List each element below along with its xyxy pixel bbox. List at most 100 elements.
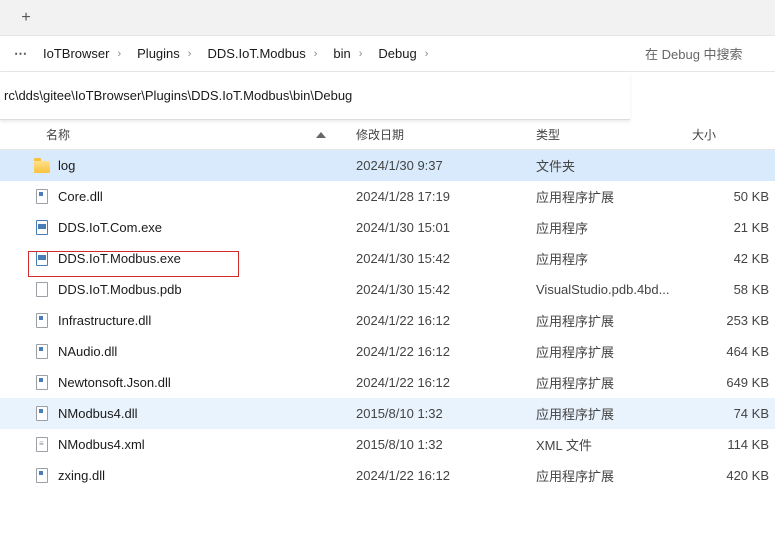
- file-name-cell: DDS.IoT.Modbus.pdb: [0, 282, 356, 298]
- file-list: log2024/1/30 9:37文件夹 Core.dll 2024/1/28 17…: [0, 150, 775, 491]
- breadcrumb-row: ⋯ IoTBrowser › Plugins › DDS.IoT.Modbus › b…: [0, 36, 775, 72]
- file-name: DDS.IoT.Modbus.exe: [58, 251, 181, 266]
- breadcrumb-item[interactable]: IoTBrowser ›: [37, 42, 127, 65]
- file-type: 应用程序扩展: [536, 466, 692, 485]
- chevron-right-icon[interactable]: ›: [314, 48, 318, 60]
- file-size: 21 KB: [692, 220, 775, 235]
- file-row[interactable]: Newtonsoft.Json.dll2024/1/22 16:12应用程序扩展…: [0, 367, 775, 398]
- file-name-cell: Infrastructure.dll: [0, 313, 356, 329]
- file-type: 应用程序扩展: [536, 311, 692, 330]
- file-size: 420 KB: [692, 468, 775, 483]
- new-tab-button[interactable]: +: [12, 4, 40, 32]
- file-type: 应用程序: [536, 249, 692, 268]
- dll-file-icon: [34, 189, 50, 205]
- column-size-header[interactable]: 大小: [692, 126, 775, 143]
- file-name: zxing.dll: [58, 468, 105, 483]
- tab-bar: +: [0, 0, 775, 36]
- file-date: 2024/1/22 16:12: [356, 313, 536, 328]
- file-name: DDS.IoT.Modbus.pdb: [58, 282, 182, 297]
- column-type-header[interactable]: 类型: [536, 126, 692, 143]
- column-headers: 名称 修改日期 类型 大小: [0, 120, 775, 150]
- file-type: XML 文件: [536, 435, 692, 454]
- file-name-cell: log: [0, 158, 356, 174]
- file-type: VisualStudio.pdb.4bd...: [536, 282, 692, 297]
- breadcrumb-label: Debug: [378, 46, 416, 61]
- breadcrumb-item[interactable]: bin ›: [327, 42, 368, 65]
- file-row[interactable]: NModbus4.dll2015/8/10 1:32应用程序扩展74 KB: [0, 398, 775, 429]
- file-size: 253 KB: [692, 313, 775, 328]
- chevron-right-icon[interactable]: ›: [359, 48, 363, 60]
- folder-icon: [34, 158, 50, 174]
- breadcrumb-label: DDS.IoT.Modbus: [207, 46, 305, 61]
- column-name-header[interactable]: 名称: [0, 126, 356, 143]
- file-row[interactable]: log2024/1/30 9:37文件夹: [0, 150, 775, 181]
- dll-file-icon: [34, 468, 50, 484]
- file-size: 649 KB: [692, 375, 775, 390]
- breadcrumb-label: bin: [333, 46, 350, 61]
- file-date: 2015/8/10 1:32: [356, 406, 536, 421]
- file-size: 464 KB: [692, 344, 775, 359]
- chevron-right-icon[interactable]: ›: [117, 48, 121, 60]
- chevron-right-icon[interactable]: ›: [188, 48, 192, 60]
- breadcrumb-more[interactable]: ⋯: [8, 46, 33, 62]
- breadcrumb-item[interactable]: Debug ›: [372, 42, 434, 65]
- path-text: rc\dds\gitee\IoTBrowser\Plugins\DDS.IoT.…: [4, 88, 352, 103]
- file-row[interactable]: DDS.IoT.Modbus.exe 2024/1/30 15:42应用程序42 …: [0, 243, 775, 274]
- file-name: NModbus4.dll: [58, 406, 138, 421]
- file-name: Newtonsoft.Json.dll: [58, 375, 171, 390]
- dll-file-icon: [34, 375, 50, 391]
- dll-file-icon: [34, 344, 50, 360]
- exe-file-icon: [34, 251, 50, 267]
- column-date-header[interactable]: 修改日期: [356, 126, 536, 143]
- file-type: 文件夹: [536, 156, 692, 175]
- file-type: 应用程序扩展: [536, 342, 692, 361]
- file-name: NAudio.dll: [58, 344, 117, 359]
- chevron-right-icon[interactable]: ›: [425, 48, 429, 60]
- file-row[interactable]: DDS.IoT.Modbus.pdb 2024/1/30 15:42VisualS…: [0, 274, 775, 305]
- file-date: 2024/1/22 16:12: [356, 468, 536, 483]
- file-size: 58 KB: [692, 282, 775, 297]
- dll-file-icon: [34, 313, 50, 329]
- file-date: 2024/1/30 15:01: [356, 220, 536, 235]
- file-name-cell: Core.dll: [0, 189, 356, 205]
- file-row[interactable]: zxing.dll 2024/1/22 16:12应用程序扩展420 KB: [0, 460, 775, 491]
- file-size: 74 KB: [692, 406, 775, 421]
- file-size: 114 KB: [692, 437, 775, 452]
- file-name: DDS.IoT.Com.exe: [58, 220, 162, 235]
- file-size: 42 KB: [692, 251, 775, 266]
- breadcrumb-item[interactable]: DDS.IoT.Modbus ›: [201, 42, 323, 65]
- file-row[interactable]: Core.dll 2024/1/28 17:19应用程序扩展50 KB: [0, 181, 775, 212]
- file-name-cell: NAudio.dll: [0, 344, 356, 360]
- file-name-cell: NModbus4.dll: [0, 406, 356, 422]
- breadcrumb: ⋯ IoTBrowser › Plugins › DDS.IoT.Modbus › b…: [8, 42, 637, 65]
- file-type: 应用程序扩展: [536, 373, 692, 392]
- search-input[interactable]: 在 Debug 中搜索: [637, 40, 767, 67]
- file-row[interactable]: DDS.IoT.Com.exe 2024/1/30 15:01应用程序21 KB: [0, 212, 775, 243]
- file-date: 2024/1/28 17:19: [356, 189, 536, 204]
- file-date: 2024/1/30 15:42: [356, 251, 536, 266]
- exe-file-icon: [34, 220, 50, 236]
- column-label: 名称: [46, 126, 70, 143]
- file-name: NModbus4.xml: [58, 437, 145, 452]
- breadcrumb-label: IoTBrowser: [43, 46, 109, 61]
- document-file-icon: [34, 437, 50, 453]
- file-type: 应用程序扩展: [536, 187, 692, 206]
- address-bar[interactable]: rc\dds\gitee\IoTBrowser\Plugins\DDS.IoT.…: [0, 72, 630, 120]
- file-icon: [34, 282, 50, 298]
- file-date: 2024/1/22 16:12: [356, 344, 536, 359]
- file-name-cell: zxing.dll: [0, 468, 356, 484]
- dll-file-icon: [34, 406, 50, 422]
- file-name: log: [58, 158, 75, 173]
- file-date: 2024/1/30 15:42: [356, 282, 536, 297]
- breadcrumb-label: Plugins: [137, 46, 180, 61]
- file-row[interactable]: Infrastructure.dll2024/1/22 16:12应用程序扩展2…: [0, 305, 775, 336]
- file-name-cell: Newtonsoft.Json.dll: [0, 375, 356, 391]
- sort-ascending-icon: [316, 132, 326, 138]
- breadcrumb-item[interactable]: Plugins ›: [131, 42, 197, 65]
- file-row[interactable]: NModbus4.xml 2015/8/10 1:32XML 文件114 KB: [0, 429, 775, 460]
- file-date: 2015/8/10 1:32: [356, 437, 536, 452]
- file-row[interactable]: NAudio.dll 2024/1/22 16:12应用程序扩展464 KB: [0, 336, 775, 367]
- file-size: 50 KB: [692, 189, 775, 204]
- file-type: 应用程序: [536, 218, 692, 237]
- file-name: Core.dll: [58, 189, 103, 204]
